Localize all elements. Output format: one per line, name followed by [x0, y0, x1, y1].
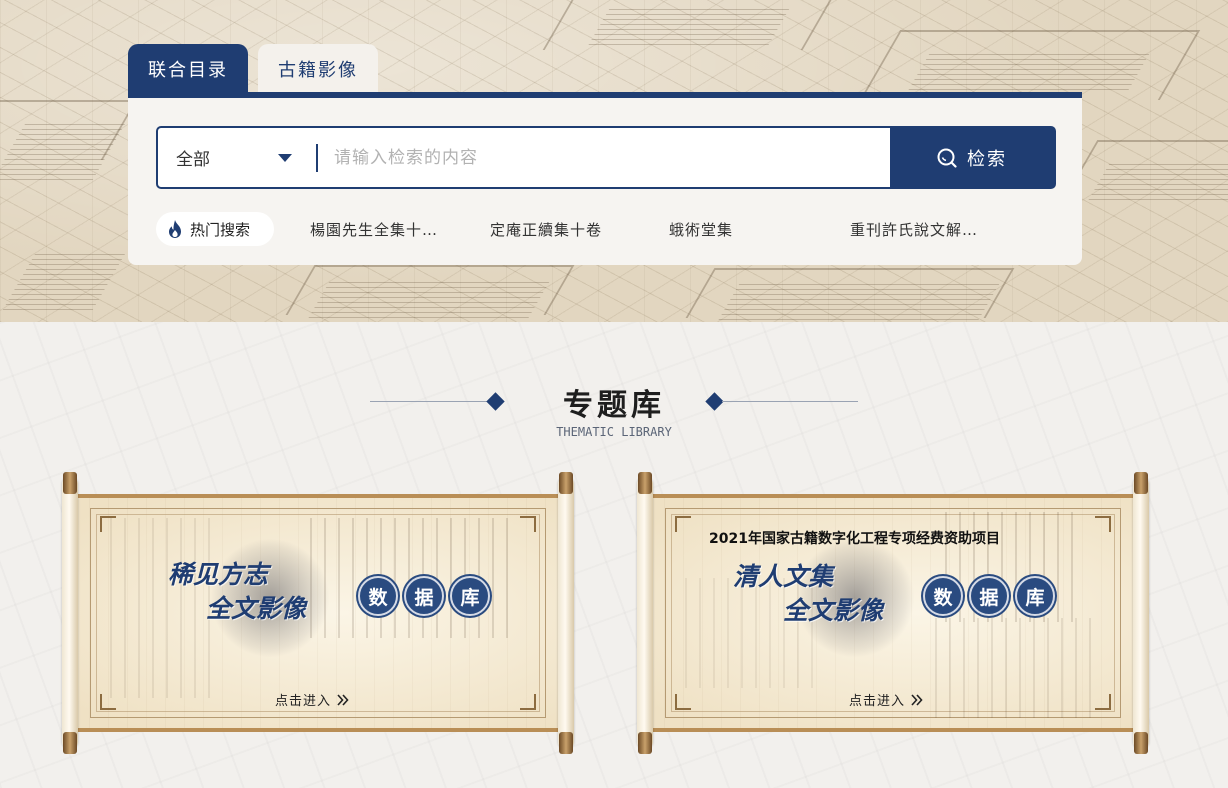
scroll-paper: 2021年国家古籍数字化工程专项经费资助项目 清人文集 全文影像 数 据 库 点…	[645, 494, 1141, 732]
hot-search-label-text: 热门搜索	[190, 220, 251, 239]
scroll-rod-cap	[63, 472, 77, 494]
tab-union-catalog[interactable]: 联合目录	[128, 44, 248, 93]
scroll-rod-cap	[1134, 732, 1148, 754]
background-portrait-illustration	[935, 618, 1095, 718]
tab-ancient-book-images[interactable]: 古籍影像	[258, 44, 378, 93]
badge: 据	[404, 576, 444, 616]
thematic-library-section: 专题库 THEMATIC LIBRARY 稀见方志 全文影像 数 据 库 点击进…	[0, 322, 1228, 788]
flame-icon	[169, 220, 181, 238]
hot-search-item[interactable]: 定庵正續集十卷	[490, 219, 630, 240]
enter-link[interactable]: 点击进入	[275, 690, 349, 709]
hero-illustration	[308, 278, 552, 318]
database-title-line1: 清人文集	[733, 562, 834, 591]
search-tabs: 联合目录 古籍影像	[128, 44, 378, 93]
enter-link-label: 点击进入	[275, 694, 332, 709]
database-card-rare-gazetteers[interactable]: 稀见方志 全文影像 数 据 库 点击进入	[58, 472, 578, 754]
badge: 数	[923, 576, 963, 616]
hero-illustration	[718, 280, 1002, 320]
database-badges: 数 据 库	[923, 576, 1055, 616]
search-button-label: 检索	[967, 148, 1007, 170]
badge: 库	[1015, 576, 1055, 616]
scroll-rod-left	[62, 478, 78, 748]
chevron-down-icon	[278, 154, 292, 162]
scroll-rod-cap	[1134, 472, 1148, 494]
search-icon	[937, 148, 957, 168]
background-map-illustration	[110, 518, 220, 698]
corner-ornament-icon	[1095, 694, 1111, 710]
hot-search-item[interactable]: 重刊許氏說文解…	[850, 219, 996, 240]
badge: 数	[358, 576, 398, 616]
scroll-rod-cap	[638, 732, 652, 754]
hero-illustration	[908, 50, 1152, 90]
scroll-rod-right	[1133, 478, 1149, 748]
search-button[interactable]: 检索	[890, 128, 1054, 187]
scroll-rod-cap	[63, 732, 77, 754]
scroll-rod-left	[637, 478, 653, 748]
enter-link-label: 点击进入	[849, 694, 906, 709]
hero-illustration	[588, 5, 792, 45]
corner-ornament-icon	[520, 694, 536, 710]
scroll-rod-cap	[559, 732, 573, 754]
badge: 库	[450, 576, 490, 616]
hot-search-item[interactable]: 楊園先生全集十…	[310, 219, 456, 240]
database-card-qing-collections[interactable]: 2021年国家古籍数字化工程专项经费资助项目 清人文集 全文影像 数 据 库 点…	[633, 472, 1153, 754]
hot-search-row: 热门搜索 楊園先生全集十… 定庵正續集十卷 蛾術堂集 重刊許氏說文解…	[156, 212, 1056, 246]
title-divider-right	[722, 401, 858, 402]
search-bar: 全部 检索	[156, 126, 1056, 189]
scroll-rod-right	[558, 478, 574, 748]
corner-ornament-icon	[675, 694, 691, 710]
section-subtitle: THEMATIC LIBRARY	[556, 425, 672, 439]
hot-search-item[interactable]: 蛾術堂集	[669, 219, 789, 240]
database-title-line2: 全文影像	[783, 596, 884, 625]
double-chevron-right-icon	[911, 693, 923, 706]
project-caption: 2021年国家古籍数字化工程专项经费资助项目	[709, 531, 1000, 547]
search-panel: 全部 检索 热门搜索 楊園先生全集十… 定庵正續集十卷 蛾術堂集 重刊許氏說文解…	[128, 92, 1082, 265]
corner-ornament-icon	[520, 516, 536, 532]
scroll-rod-cap	[638, 472, 652, 494]
badge: 据	[969, 576, 1009, 616]
hot-search-label: 热门搜索	[156, 212, 274, 246]
section-title: 专题库	[563, 388, 665, 423]
scroll-rod-cap	[559, 472, 573, 494]
double-chevron-right-icon	[337, 693, 349, 706]
scroll-paper: 稀见方志 全文影像 数 据 库 点击进入	[70, 494, 566, 732]
scope-select-value: 全部	[176, 150, 210, 170]
database-title-line1: 稀见方志	[168, 560, 269, 589]
enter-link[interactable]: 点击进入	[849, 690, 923, 709]
search-input[interactable]	[318, 128, 890, 187]
database-badges: 数 据 库	[358, 576, 490, 616]
scope-select[interactable]: 全部	[158, 128, 318, 187]
corner-ornament-icon	[1095, 516, 1111, 532]
hero-illustration	[2, 250, 128, 310]
hero-illustration	[1088, 160, 1228, 200]
database-title-line2: 全文影像	[206, 594, 307, 623]
corner-ornament-icon	[675, 516, 691, 532]
